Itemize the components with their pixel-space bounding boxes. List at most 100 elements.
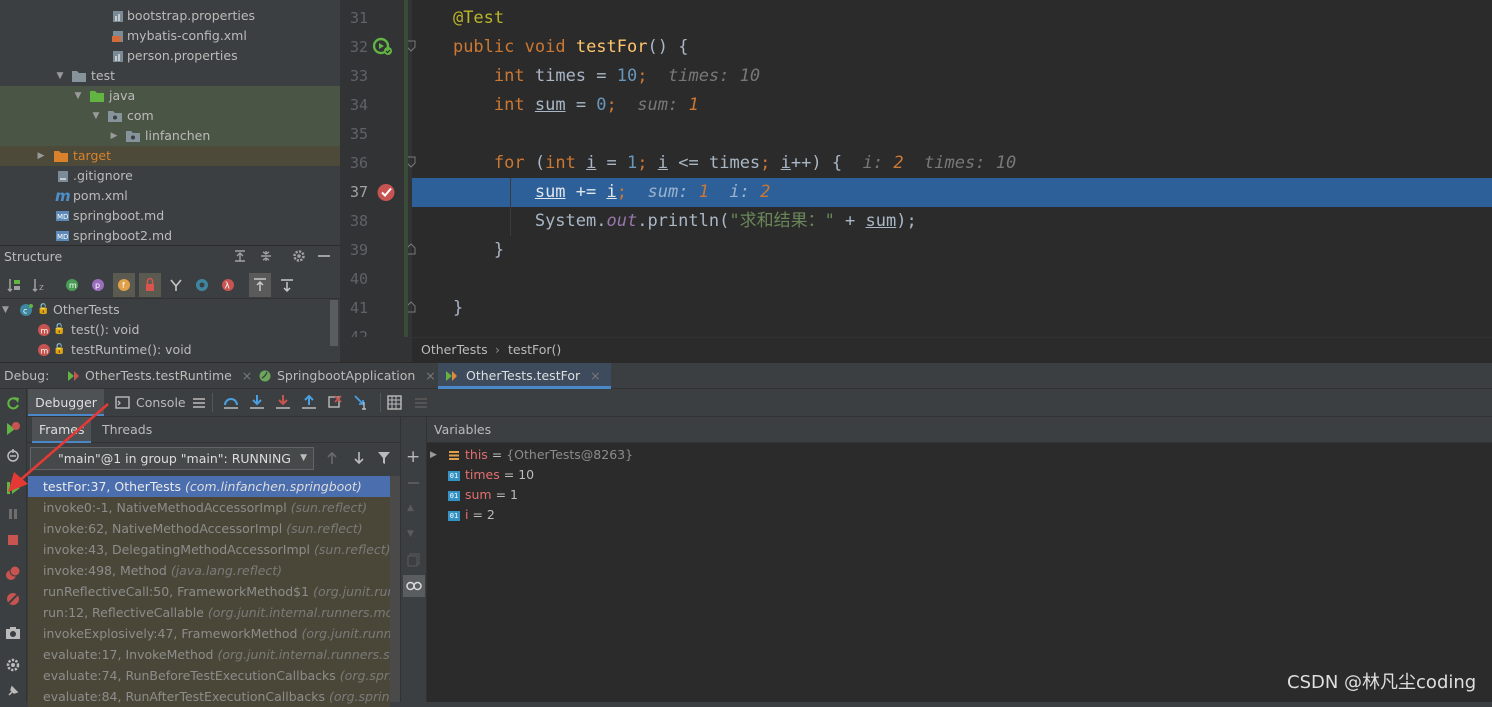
sort-by-visibility-icon[interactable] xyxy=(6,277,22,293)
autoscroll-to-source-toggle[interactable] xyxy=(249,273,271,297)
expand-all-icon[interactable] xyxy=(233,249,247,263)
code-line-33: int times = 10; times: 10 xyxy=(493,66,761,86)
close-icon[interactable]: × xyxy=(242,368,252,383)
structure-panel: Structure z m p f λ ▼ c 🔓 OtherTests m 🔓… xyxy=(0,245,340,362)
next-frame-icon[interactable] xyxy=(352,451,366,465)
run-to-cursor-icon[interactable] xyxy=(353,394,369,410)
tree-item-bootstrap-properties[interactable]: bootstrap.properties xyxy=(0,6,340,26)
breakpoint-icon[interactable] xyxy=(377,183,396,202)
method-icon: m xyxy=(37,343,51,357)
show-inherited-icon[interactable]: m xyxy=(64,277,80,293)
autoscroll-from-source-icon[interactable] xyxy=(279,277,295,293)
tab-other-tests-testfor[interactable]: OtherTests.testFor × xyxy=(438,363,611,389)
tree-item-springboot2-md[interactable]: MD springboot2.md xyxy=(0,226,340,245)
step-out-icon[interactable] xyxy=(301,394,317,410)
collapsed-arrow-icon[interactable]: ▶ xyxy=(35,146,47,166)
expanded-arrow-icon[interactable]: ▼ xyxy=(72,86,84,106)
show-watches-toggle[interactable] xyxy=(403,575,425,597)
tree-item-person-properties[interactable]: person.properties xyxy=(0,46,340,66)
show-non-public-toggle[interactable] xyxy=(139,273,161,297)
breadcrumb-class[interactable]: OtherTests xyxy=(421,338,488,362)
collapsed-arrow-icon[interactable]: ▶ xyxy=(430,445,437,465)
close-icon[interactable]: × xyxy=(425,368,435,383)
properties-file-icon xyxy=(112,50,125,62)
trace-icon[interactable] xyxy=(413,395,429,411)
tree-item-mybatis-config[interactable]: mybatis-config.xml xyxy=(0,26,340,46)
expanded-arrow-icon[interactable]: ▼ xyxy=(2,300,9,320)
line-number: 36 xyxy=(349,154,368,172)
move-up-icon[interactable]: ▲ xyxy=(407,503,414,513)
camera-icon[interactable] xyxy=(5,625,21,641)
copy-icon[interactable] xyxy=(407,553,420,567)
hide-icon[interactable] xyxy=(318,255,330,257)
tree-item-test[interactable]: ▼ test xyxy=(0,66,340,86)
mute-breakpoints-icon[interactable] xyxy=(5,591,21,607)
watermark: CSDN @林凡尘coding xyxy=(1287,672,1477,693)
tree-item-label: .gitignore xyxy=(73,168,133,183)
frame-row[interactable]: invoke:43, DelegatingMethodAccessorImpl … xyxy=(28,539,390,560)
show-anonymous-icon[interactable] xyxy=(194,277,210,293)
frames-scrollbar[interactable] xyxy=(390,476,400,702)
previous-frame-icon[interactable] xyxy=(325,451,339,465)
frame-row[interactable]: invoke:498, Method (java.lang.reflect) xyxy=(28,560,390,581)
show-fields-toggle[interactable]: f xyxy=(113,273,135,297)
run-test-icon[interactable] xyxy=(373,37,393,57)
breadcrumb-separator: › xyxy=(495,342,500,357)
tree-item-gitignore[interactable]: .gitignore xyxy=(0,166,340,186)
frame-row[interactable]: invoke0:-1, NativeMethodAccessorImpl (su… xyxy=(28,497,390,518)
close-icon[interactable]: × xyxy=(590,368,600,383)
settings-gear-icon[interactable] xyxy=(5,657,21,673)
stop-icon[interactable] xyxy=(5,532,21,548)
frame-row[interactable]: invoke:62, NativeMethodAccessorImpl (sun… xyxy=(28,518,390,539)
show-execution-point-icon[interactable] xyxy=(223,394,239,410)
pin-icon[interactable] xyxy=(5,685,21,697)
frame-row[interactable]: runReflectiveCall:50, FrameworkMethod$1 … xyxy=(28,581,390,602)
drop-frame-icon[interactable] xyxy=(327,394,343,410)
breadcrumb-method[interactable]: testFor() xyxy=(508,338,561,362)
variable-row-i[interactable]: 01 i = 2 xyxy=(448,505,495,525)
tab-springboot-application[interactable]: SpringbootApplication × xyxy=(254,363,440,389)
structure-method-node[interactable]: m 🔓 testRuntime(): void xyxy=(0,340,330,360)
step-into-icon[interactable] xyxy=(275,394,291,410)
tree-item-springboot-md[interactable]: MD springboot.md xyxy=(0,206,340,226)
debug-tab-bar: Debug: OtherTests.testRuntime × Springbo… xyxy=(0,362,1492,389)
move-down-icon[interactable]: ▼ xyxy=(407,529,414,539)
frame-row[interactable]: evaluate:84, RunAfterTestExecutionCallba… xyxy=(28,686,390,707)
new-watch-icon[interactable]: + xyxy=(406,449,420,466)
tab-other-tests-runtime[interactable]: OtherTests.testRuntime × xyxy=(62,363,256,389)
collapse-all-icon[interactable] xyxy=(259,249,273,263)
folder-icon xyxy=(72,70,86,82)
structure-scrollbar[interactable] xyxy=(330,300,338,346)
tree-item-java[interactable]: ▼ java xyxy=(0,86,340,106)
show-properties-icon[interactable]: p xyxy=(90,277,106,293)
tree-item-linfanchen[interactable]: ▶ linfanchen xyxy=(0,126,340,146)
expanded-arrow-icon[interactable]: ▼ xyxy=(90,106,102,126)
tree-item-com[interactable]: ▼ com xyxy=(0,106,340,126)
variable-row-times[interactable]: 01 times = 10 xyxy=(448,465,534,485)
expanded-arrow-icon[interactable]: ▼ xyxy=(54,66,66,86)
tab-console[interactable]: Console xyxy=(136,389,186,416)
remove-watch-icon[interactable] xyxy=(408,482,419,484)
frame-row[interactable]: evaluate:17, InvokeMethod (org.junit.int… xyxy=(28,644,390,665)
gear-icon[interactable] xyxy=(292,249,306,263)
frame-row[interactable]: evaluate:74, RunBeforeTestExecutionCallb… xyxy=(28,665,390,686)
code-editor[interactable]: 31 32 33 34 35 36 37 38 39 40 41 42 @Tes… xyxy=(340,0,1492,337)
pause-icon[interactable] xyxy=(5,506,21,522)
frame-row[interactable]: invokeExplosively:47, FrameworkMethod (o… xyxy=(28,623,390,644)
structure-method-node[interactable]: m 🔓 test(): void xyxy=(0,320,330,340)
show-lambdas-icon[interactable] xyxy=(168,277,184,293)
frame-row[interactable]: run:12, ReflectiveCallable (org.junit.in… xyxy=(28,602,390,623)
tree-item-target[interactable]: ▶ target xyxy=(0,146,340,166)
filter-icon[interactable] xyxy=(377,451,391,465)
view-breakpoints-icon[interactable] xyxy=(5,565,21,581)
collapsed-arrow-icon[interactable]: ▶ xyxy=(108,126,120,146)
menu-icon[interactable] xyxy=(191,396,207,410)
step-over-icon[interactable] xyxy=(249,394,265,410)
sort-alphabetically-icon[interactable]: z xyxy=(31,277,47,293)
structure-class-node[interactable]: ▼ c 🔓 OtherTests xyxy=(0,300,330,320)
lambda-icon[interactable]: λ xyxy=(220,277,236,293)
public-icon: 🔓 xyxy=(37,304,50,315)
evaluate-expression-icon[interactable] xyxy=(387,395,403,411)
tree-item-pom[interactable]: m pom.xml xyxy=(0,186,340,206)
variable-row-sum[interactable]: 01 sum = 1 xyxy=(448,485,518,505)
